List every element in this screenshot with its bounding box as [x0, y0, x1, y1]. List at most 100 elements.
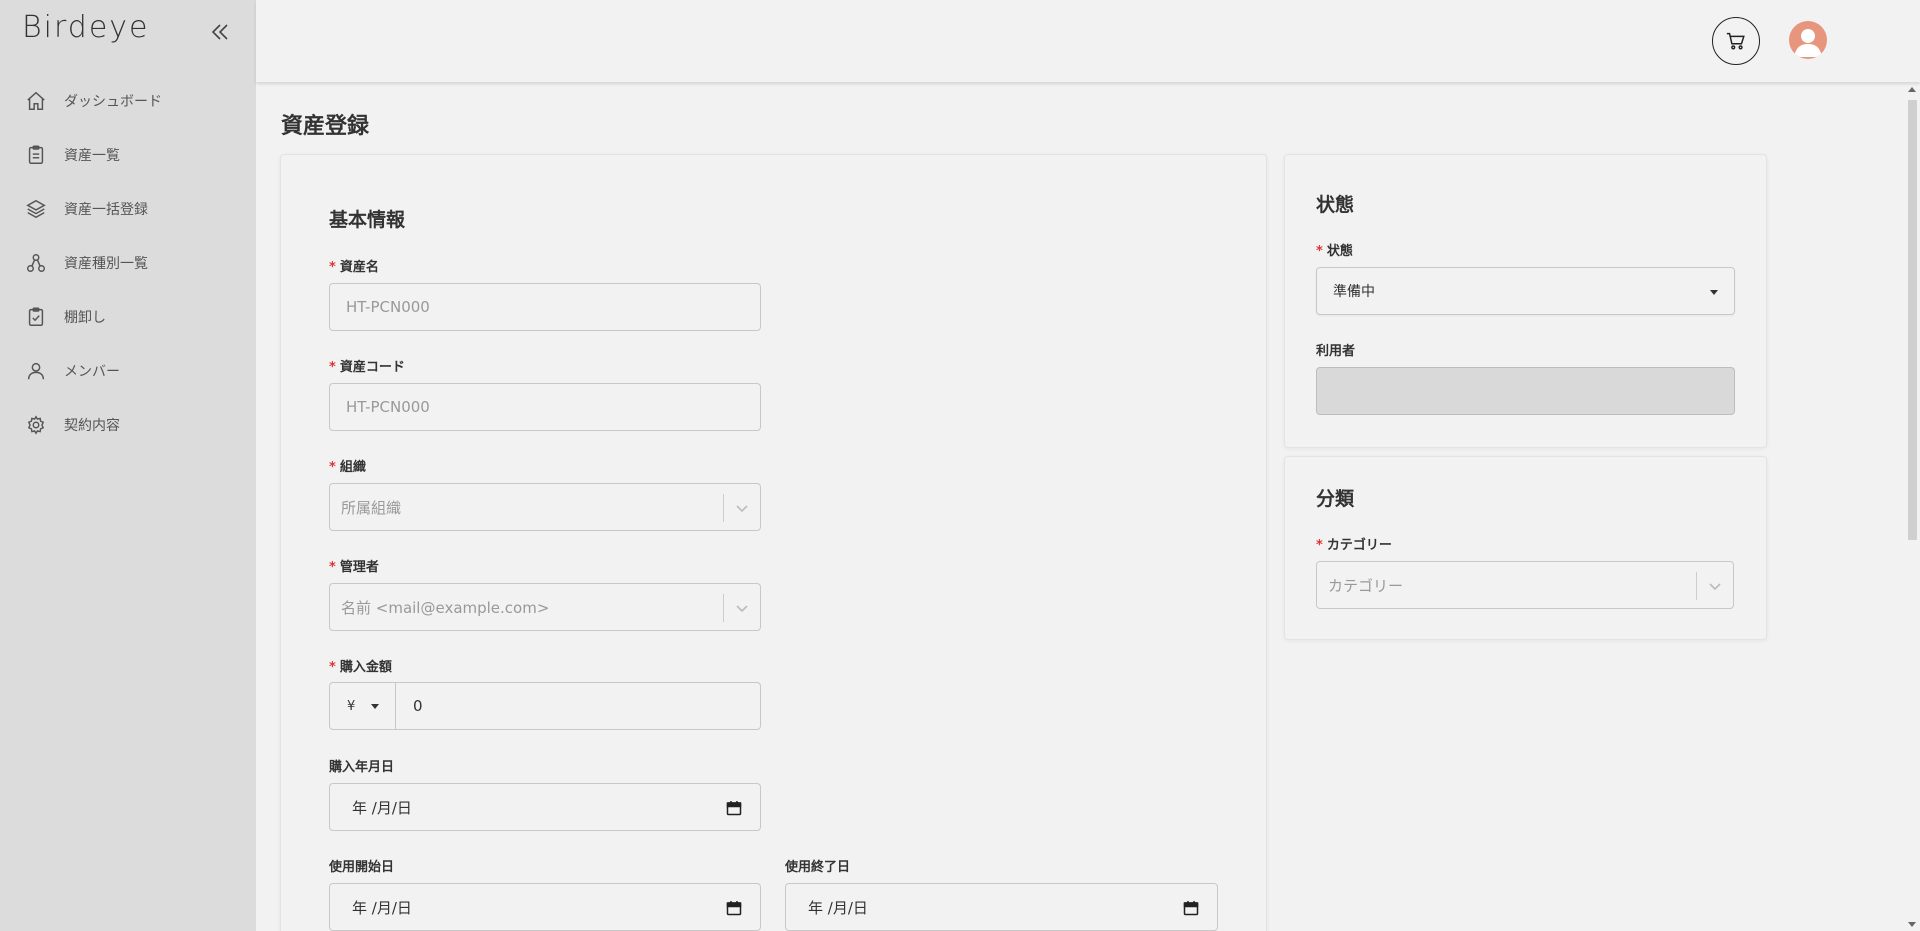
state-select[interactable]: 準備中 — [1316, 267, 1735, 315]
chevron-down-icon[interactable] — [1707, 578, 1723, 594]
label-text: 資産名 — [339, 260, 379, 275]
currency-value: ¥ — [347, 698, 356, 714]
required-mark: * — [1316, 538, 1323, 553]
gear-icon — [24, 413, 48, 437]
start-date-input[interactable]: 年 /月/日 — [329, 883, 761, 931]
sidebar-item-bulk-register[interactable]: 資産一括登録 — [0, 182, 256, 236]
page-title: 資産登録 — [281, 114, 370, 139]
user-icon — [24, 359, 48, 383]
required-mark: * — [329, 660, 336, 675]
date-value: 年 /月/日 — [808, 898, 868, 917]
end-date-label: 使用終了日 — [785, 856, 850, 875]
organization-select[interactable]: 所属組織 — [329, 483, 761, 531]
sidebar-item-label: 資産種別一覧 — [64, 256, 148, 272]
purchase-date-label: 購入年月日 — [329, 756, 394, 775]
end-date-input[interactable]: 年 /月/日 — [785, 883, 1218, 931]
placeholder-text: 名前 <mail@example.com> — [341, 598, 550, 617]
layers-icon — [24, 197, 48, 221]
sidebar: Birdeye ダッシュボード 資産一覧 資産一括登録 資産種別一覧 棚卸し メ… — [0, 0, 256, 931]
scrollbar-thumb[interactable] — [1908, 100, 1917, 540]
manager-label: * 管理者 — [329, 556, 379, 575]
calendar-icon[interactable] — [1183, 900, 1199, 916]
label-text: 管理者 — [339, 560, 379, 575]
asset-name-input[interactable]: HT-PCN000 — [329, 283, 761, 331]
clipboard-check-icon — [24, 305, 48, 329]
avatar[interactable] — [1789, 21, 1827, 59]
chevron-down-icon[interactable] — [734, 500, 750, 516]
user-label: 利用者 — [1316, 340, 1355, 359]
date-value: 年 /月/日 — [352, 898, 412, 917]
sidebar-item-assets[interactable]: 資産一覧 — [0, 128, 256, 182]
label-text: 状態 — [1326, 244, 1353, 259]
required-mark: * — [329, 560, 336, 575]
sidebar-nav: ダッシュボード 資産一覧 資産一括登録 資産種別一覧 棚卸し メンバー 契約内容 — [0, 74, 256, 452]
category-label: * カテゴリー — [1316, 534, 1392, 553]
app-logo[interactable]: Birdeye — [22, 10, 150, 45]
scroll-up-arrow-icon[interactable] — [1908, 87, 1916, 92]
status-title: 状態 — [1316, 194, 1355, 216]
placeholder-text: 所属組織 — [341, 498, 402, 517]
state-label: * 状態 — [1316, 240, 1353, 259]
home-icon — [24, 89, 48, 113]
select-separator — [723, 594, 724, 622]
collapse-sidebar-icon[interactable] — [206, 18, 234, 46]
label-text: 利用者 — [1316, 344, 1356, 359]
sidebar-item-contract[interactable]: 契約内容 — [0, 398, 256, 452]
cart-button[interactable] — [1712, 17, 1760, 65]
price-input[interactable]: 0 — [396, 683, 760, 729]
required-mark: * — [329, 260, 336, 275]
asset-code-input[interactable]: HT-PCN000 — [329, 383, 761, 431]
label-text: 購入金額 — [339, 660, 392, 675]
sidebar-item-label: 資産一覧 — [64, 148, 120, 164]
price-input-group: ¥ 0 — [329, 682, 761, 730]
placeholder-text: HT-PCN000 — [346, 298, 430, 316]
label-text: カテゴリー — [1326, 538, 1392, 553]
user-avatar-icon — [1794, 29, 1822, 57]
calendar-icon[interactable] — [726, 800, 742, 816]
select-separator — [723, 494, 724, 522]
manager-select[interactable]: 名前 <mail@example.com> — [329, 583, 761, 631]
sidebar-item-dashboard[interactable]: ダッシュボード — [0, 74, 256, 128]
label-text: 資産コード — [339, 360, 405, 375]
sidebar-item-asset-types[interactable]: 資産種別一覧 — [0, 236, 256, 290]
select-separator — [1696, 572, 1697, 600]
organization-label: * 組織 — [329, 456, 366, 475]
currency-select[interactable]: ¥ — [330, 683, 396, 729]
price-value: 0 — [413, 697, 423, 715]
state-value: 準備中 — [1333, 284, 1375, 300]
label-text: 使用終了日 — [785, 860, 851, 875]
basic-info-title: 基本情報 — [329, 209, 406, 231]
price-label: * 購入金額 — [329, 656, 392, 675]
asset-name-label: * 資産名 — [329, 256, 379, 275]
date-value: 年 /月/日 — [352, 798, 412, 817]
label-text: 使用開始日 — [329, 860, 395, 875]
sidebar-item-label: 資産一括登録 — [64, 202, 148, 218]
cart-icon — [1726, 32, 1745, 50]
required-mark: * — [1316, 244, 1323, 259]
placeholder-text: カテゴリー — [1328, 576, 1404, 595]
clipboard-icon — [24, 143, 48, 167]
caret-down-icon — [1710, 290, 1718, 295]
label-text: 購入年月日 — [329, 760, 395, 775]
placeholder-text: HT-PCN000 — [346, 398, 430, 416]
required-mark: * — [329, 360, 336, 375]
classification-title: 分類 — [1316, 488, 1355, 510]
user-field — [1316, 367, 1735, 415]
page-scrollbar[interactable] — [1903, 82, 1920, 931]
sidebar-item-members[interactable]: メンバー — [0, 344, 256, 398]
sidebar-item-label: 棚卸し — [64, 310, 106, 326]
purchase-date-input[interactable]: 年 /月/日 — [329, 783, 761, 831]
asset-code-label: * 資産コード — [329, 356, 405, 375]
start-date-label: 使用開始日 — [329, 856, 394, 875]
calendar-icon[interactable] — [726, 900, 742, 916]
hierarchy-icon — [24, 251, 48, 275]
sidebar-item-inventory[interactable]: 棚卸し — [0, 290, 256, 344]
scroll-down-arrow-icon[interactable] — [1908, 922, 1916, 927]
chevron-down-icon[interactable] — [734, 600, 750, 616]
sidebar-item-label: 契約内容 — [64, 418, 120, 434]
required-mark: * — [329, 460, 336, 475]
sidebar-item-label: ダッシュボード — [64, 94, 162, 110]
caret-down-icon — [371, 704, 379, 709]
category-select[interactable]: カテゴリー — [1316, 561, 1734, 609]
label-text: 組織 — [339, 460, 366, 475]
